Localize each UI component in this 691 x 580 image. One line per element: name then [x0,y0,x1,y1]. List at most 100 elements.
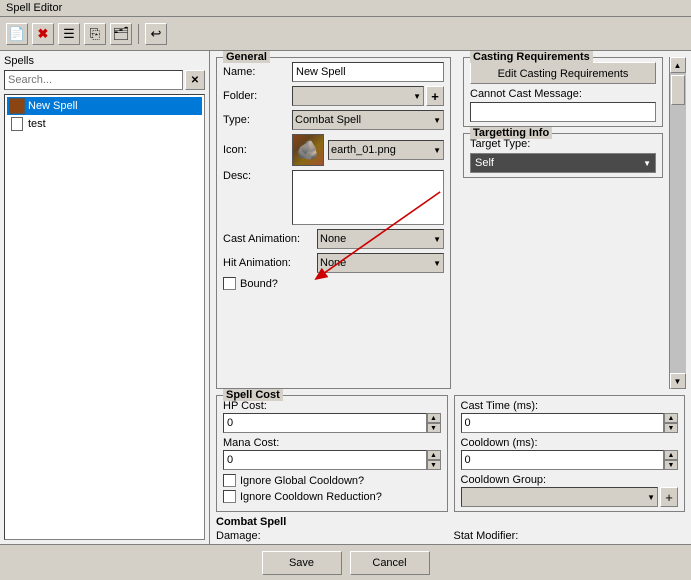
mana-cost-input[interactable] [223,450,427,470]
title-bar: Spell Editor [0,0,691,17]
icon-row: Icon: 🪨 earth_01.png ▼ [223,134,444,166]
search-row: ✕ [4,70,205,90]
spell-item-new-spell[interactable]: New Spell [7,97,202,115]
name-input[interactable] [292,62,444,82]
mana-cost-up[interactable]: ▲ [427,450,441,460]
cooldown-input[interactable] [461,450,665,470]
cooldown-group-add-button[interactable]: + [660,487,678,507]
icon-value: earth_01.png [331,144,396,156]
hit-animation-dropdown[interactable]: None ▼ [317,253,444,273]
window-title: Spell Editor [6,2,62,14]
icon-dropdown[interactable]: earth_01.png ▼ [328,140,444,160]
mana-cost-label: Mana Cost: [223,437,441,449]
cast-time-section: Cast Time (ms): ▲ ▼ Cool [454,395,686,512]
hit-animation-row: Hit Animation: None ▼ [223,253,444,273]
main-area: Spells ✕ New Spell [0,51,691,544]
hit-animation-arrow: ▼ [433,259,441,268]
targeting-info-section: Targetting Info Target Type: Self ▼ [463,133,663,178]
cooldown-up[interactable]: ▲ [664,450,678,460]
target-type-dropdown[interactable]: Self ▼ [470,153,656,173]
general-section-title: General [223,51,270,63]
cast-animation-value: None [320,233,346,245]
delete-button[interactable]: ✖ [32,23,54,45]
edit-casting-button[interactable]: Edit Casting Requirements [470,62,656,84]
hp-cost-up[interactable]: ▲ [427,413,441,423]
spell-item-label: New Spell [28,100,78,112]
spell-cost-section: Spell Cost HP Cost: ▲ ▼ [216,395,448,512]
mana-cost-row: ▲ ▼ [223,450,441,470]
combat-spell-title: Combat Spell [216,516,685,528]
copy-button[interactable]: ☰ [58,23,80,45]
scrollbar-down-button[interactable]: ▼ [670,373,686,389]
spell-item-test[interactable]: test [7,115,202,133]
cast-animation-dropdown[interactable]: None ▼ [317,229,444,249]
cooldown-group-label: Cooldown Group: [461,474,679,486]
hp-cost-row: ▲ ▼ [223,413,441,433]
name-row: Name: [223,62,444,82]
spells-panel-label: Spells [4,55,205,67]
cooldown-group-row: ▼ + [461,487,679,507]
save-file-button[interactable]: 🗂 [110,23,132,45]
right-scrollbar[interactable]: ▲ ▼ [669,57,685,389]
cast-animation-label: Cast Animation: [223,233,313,245]
save-button[interactable]: Save [262,551,342,575]
name-label: Name: [223,66,288,78]
help-button[interactable]: ↩ [145,23,167,45]
search-input[interactable] [4,70,183,90]
type-dropdown[interactable]: Combat Spell ▼ [292,110,444,130]
cooldown-group-dropdown[interactable]: ▼ [461,487,659,507]
hit-animation-value: None [320,257,346,269]
general-section: General Name: Folder: [216,57,451,389]
cooldown-group-arrow: ▼ [647,493,655,502]
spell-icon-2 [9,116,25,132]
cannot-cast-input[interactable] [470,102,656,122]
ignore-global-checkbox[interactable] [223,474,236,487]
spell-tree: New Spell test [4,94,205,540]
right-panel: General Name: Folder: [210,51,691,544]
icon-row-inner: 🪨 earth_01.png ▼ [292,134,444,166]
cast-animation-row: Cast Animation: None ▼ [223,229,444,249]
cast-time-row: ▲ ▼ [461,413,679,433]
hp-cost-down[interactable]: ▼ [427,423,441,433]
cast-time-down[interactable]: ▼ [664,423,678,433]
type-label: Type: [223,114,288,126]
cast-time-up[interactable]: ▲ [664,413,678,423]
target-type-arrow: ▼ [643,159,651,168]
search-clear-button[interactable]: ✕ [185,70,205,90]
combat-row: Damage: Stat Modifier: [216,530,685,542]
desc-textarea[interactable] [292,170,444,225]
ignore-reduction-row: Ignore Cooldown Reduction? [223,490,441,503]
ignore-global-row: Ignore Global Cooldown? [223,474,441,487]
ignore-reduction-checkbox[interactable] [223,490,236,503]
new-button[interactable]: 📄 [6,23,28,45]
scrollbar-thumb[interactable] [671,75,685,105]
scrollbar-up-button[interactable]: ▲ [670,57,686,73]
mana-cost-down[interactable]: ▼ [427,460,441,470]
cast-animation-arrow: ▼ [433,235,441,244]
folder-dropdown[interactable]: ▼ [292,86,424,106]
bottom-sections: Spell Cost HP Cost: ▲ ▼ [210,395,691,516]
cast-time-label: Cast Time (ms): [461,400,679,412]
cooldown-down[interactable]: ▼ [664,460,678,470]
paste-button[interactable]: ⎘ [84,23,106,45]
mana-cost-arrows: ▲ ▼ [427,450,441,470]
hp-cost-input[interactable] [223,413,427,433]
right-sections: Casting Requirements Edit Casting Requir… [463,57,663,389]
spell-cost-title: Spell Cost [223,389,283,401]
damage-label: Damage: [216,530,448,542]
top-sections: General Name: Folder: [210,51,691,395]
cancel-button[interactable]: Cancel [350,551,430,575]
window: Spell Editor 📄 ✖ ☰ ⎘ 🗂 ↩ Spells ✕ [0,0,691,580]
scrollbar-track [670,73,686,373]
icon-label: Icon: [223,144,288,156]
combat-section: Combat Spell Damage: Stat Modifier: [210,516,691,544]
spell-item-test-label: test [28,118,46,130]
bound-checkbox[interactable] [223,277,236,290]
spells-panel: Spells ✕ New Spell [0,51,210,544]
folder-add-button[interactable]: + [426,86,444,106]
cast-time-input[interactable] [461,413,665,433]
type-dropdown-arrow: ▼ [433,116,441,125]
toolbar-separator [138,24,139,44]
bound-label: Bound? [240,278,278,290]
hit-animation-label: Hit Animation: [223,257,313,269]
